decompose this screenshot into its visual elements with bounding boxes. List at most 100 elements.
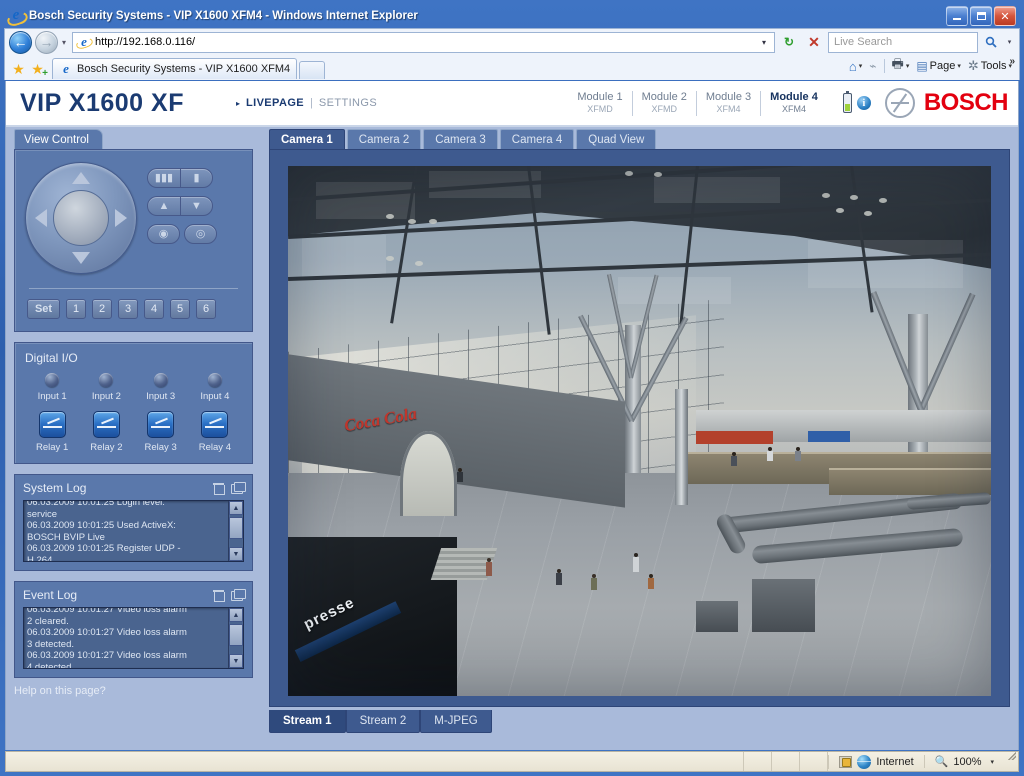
chevron-down-icon[interactable]: ▾: [906, 62, 910, 70]
info-icon[interactable]: i: [856, 96, 871, 110]
home-button[interactable]: ⌂ ▾: [846, 59, 865, 74]
search-icon[interactable]: [981, 33, 1001, 52]
preset-button-4[interactable]: 4: [144, 299, 164, 319]
page-viewport: VIP X1600 XF ▸ LIVEPAGE | SETTINGS Modul…: [5, 81, 1019, 750]
chevron-down-icon[interactable]: ▾: [990, 758, 994, 766]
popout-window-icon[interactable]: [231, 482, 246, 494]
module-4-type: XFM4: [781, 104, 806, 115]
minimize-button[interactable]: [946, 6, 968, 26]
tab-view-control[interactable]: View Control: [14, 129, 103, 149]
browser-tab[interactable]: Bosch Security Systems - VIP X1600 XFM4: [52, 58, 298, 79]
tab-camera-4[interactable]: Camera 4: [499, 129, 575, 149]
address-bar[interactable]: http://192.168.0.116/ ▾: [72, 31, 775, 53]
search-dropdown-icon[interactable]: ▾: [1004, 33, 1015, 52]
module-1[interactable]: Module 1 XFMD: [568, 91, 631, 116]
tab-camera-1[interactable]: Camera 1: [269, 129, 345, 149]
tools-menu-button[interactable]: ✲ Tools ▾: [965, 58, 1015, 74]
ptz-pad[interactable]: [25, 162, 137, 274]
nav-link-settings[interactable]: SETTINGS: [319, 97, 377, 109]
preset-button-6[interactable]: 6: [196, 299, 216, 319]
log-line: service: [27, 508, 58, 520]
event-log-scrollbar[interactable]: ▲ ▼: [228, 608, 243, 668]
tab-row: ★ ★ Bosch Security Systems - VIP X1600 X…: [5, 55, 1019, 79]
zoom-control[interactable]: 🔍 100% ▾: [923, 755, 1004, 768]
relay-3[interactable]: Relay 3: [134, 411, 188, 453]
system-log-scrollbar[interactable]: ▲ ▼: [228, 501, 243, 561]
log-line: BOSCH BVIP Live: [27, 531, 105, 543]
set-preset-button[interactable]: Set: [27, 299, 60, 319]
preset-button-5[interactable]: 5: [170, 299, 190, 319]
relay-1[interactable]: Relay 1: [25, 411, 79, 453]
toolbar-overflow-icon[interactable]: »: [1009, 56, 1015, 67]
iris-open-button[interactable]: ◉: [147, 224, 180, 244]
refresh-icon[interactable]: ↻: [778, 32, 800, 53]
search-input[interactable]: Live Search: [828, 31, 978, 53]
relay-3-switch-icon[interactable]: [147, 411, 175, 438]
help-link[interactable]: Help on this page?: [6, 678, 261, 697]
ptz-left-arrow-icon[interactable]: [35, 209, 47, 227]
maximize-button[interactable]: [970, 6, 992, 26]
scroll-up-icon[interactable]: ▲: [229, 501, 243, 515]
relay-1-switch-icon[interactable]: [38, 411, 66, 438]
favorites-center-icon[interactable]: ★: [9, 59, 28, 79]
relay-4[interactable]: Relay 4: [188, 411, 242, 453]
add-to-favorites-icon[interactable]: ★: [28, 59, 48, 80]
forward-button[interactable]: →: [35, 30, 58, 54]
feeds-button[interactable]: ⌁: [866, 59, 879, 73]
ptz-up-arrow-icon[interactable]: [72, 172, 90, 184]
tab-quad-view[interactable]: Quad View: [576, 129, 657, 149]
tab-stream-1[interactable]: Stream 1: [269, 710, 346, 733]
scroll-down-icon[interactable]: ▼: [229, 654, 243, 668]
chevron-down-icon[interactable]: ▾: [957, 62, 961, 70]
left-sidebar: View Control ▮▮▮ ▮ ▲ ▼ ◉ ◎ Set 1 2 3 4 5…: [6, 127, 261, 748]
relay-2[interactable]: Relay 2: [79, 411, 133, 453]
chevron-down-icon[interactable]: ▾: [756, 33, 772, 52]
module-3[interactable]: Module 3 XFM4: [695, 90, 760, 116]
iris-close-button[interactable]: ◎: [184, 224, 217, 244]
print-button[interactable]: 🖶 ▾: [889, 55, 913, 77]
close-button[interactable]: ✕: [994, 6, 1016, 26]
tab-favicon-icon: [59, 62, 73, 76]
video-container: Coca Cola presse: [269, 149, 1010, 707]
ptz-down-arrow-icon[interactable]: [72, 252, 90, 264]
address-input[interactable]: http://192.168.0.116/: [95, 36, 756, 48]
tab-camera-3[interactable]: Camera 3: [423, 129, 498, 149]
tab-stream-2[interactable]: Stream 2: [345, 710, 421, 733]
stop-icon[interactable]: ✕: [803, 32, 825, 53]
tab-mjpeg[interactable]: M-JPEG: [420, 710, 492, 733]
zoom-tele-button[interactable]: ▮: [180, 168, 213, 188]
focus-near-button[interactable]: ▲: [147, 196, 180, 216]
tab-camera-2[interactable]: Camera 2: [346, 129, 422, 149]
trash-icon[interactable]: [213, 589, 225, 602]
scrollbar-thumb[interactable]: [229, 517, 243, 539]
chevron-down-icon[interactable]: ▾: [859, 62, 863, 70]
system-log-box[interactable]: 06.03.2009 10:01:25 Login level: service…: [23, 500, 244, 562]
trash-icon[interactable]: [213, 482, 225, 495]
relay-2-switch-icon[interactable]: [92, 411, 120, 438]
nav-link-livepage[interactable]: LIVEPAGE: [246, 97, 304, 109]
scrollbar-thumb[interactable]: [229, 624, 243, 646]
history-dropdown-icon[interactable]: ▾: [61, 38, 69, 47]
ptz-right-arrow-icon[interactable]: [115, 209, 127, 227]
new-tab-button[interactable]: [299, 61, 326, 79]
preset-button-3[interactable]: 3: [118, 299, 138, 319]
preset-button-1[interactable]: 1: [66, 299, 86, 319]
ptz-center-hub[interactable]: [53, 190, 109, 246]
back-button[interactable]: ←: [9, 30, 32, 54]
page-menu-button[interactable]: ▤ Page ▾: [913, 59, 964, 73]
scrollbar-track[interactable]: [229, 515, 243, 547]
module-2[interactable]: Module 2 XFMD: [631, 90, 696, 116]
relay-4-switch-icon[interactable]: [201, 411, 229, 438]
module-4[interactable]: Module 4 XFM4: [760, 90, 827, 116]
popout-window-icon[interactable]: [231, 589, 246, 601]
live-video-view[interactable]: Coca Cola presse: [288, 166, 991, 696]
scrollbar-track[interactable]: [229, 622, 243, 654]
focus-far-button[interactable]: ▼: [180, 196, 213, 216]
security-zone[interactable]: Internet: [828, 754, 923, 769]
preset-button-2[interactable]: 2: [92, 299, 112, 319]
scroll-up-icon[interactable]: ▲: [229, 608, 243, 622]
lens-controls: ▮▮▮ ▮ ▲ ▼ ◉ ◎: [147, 162, 217, 244]
scroll-down-icon[interactable]: ▼: [229, 547, 243, 561]
zoom-wide-button[interactable]: ▮▮▮: [147, 168, 180, 188]
event-log-box[interactable]: 06.03.2009 10:01:27 Video loss alarm 2 c…: [23, 607, 244, 669]
